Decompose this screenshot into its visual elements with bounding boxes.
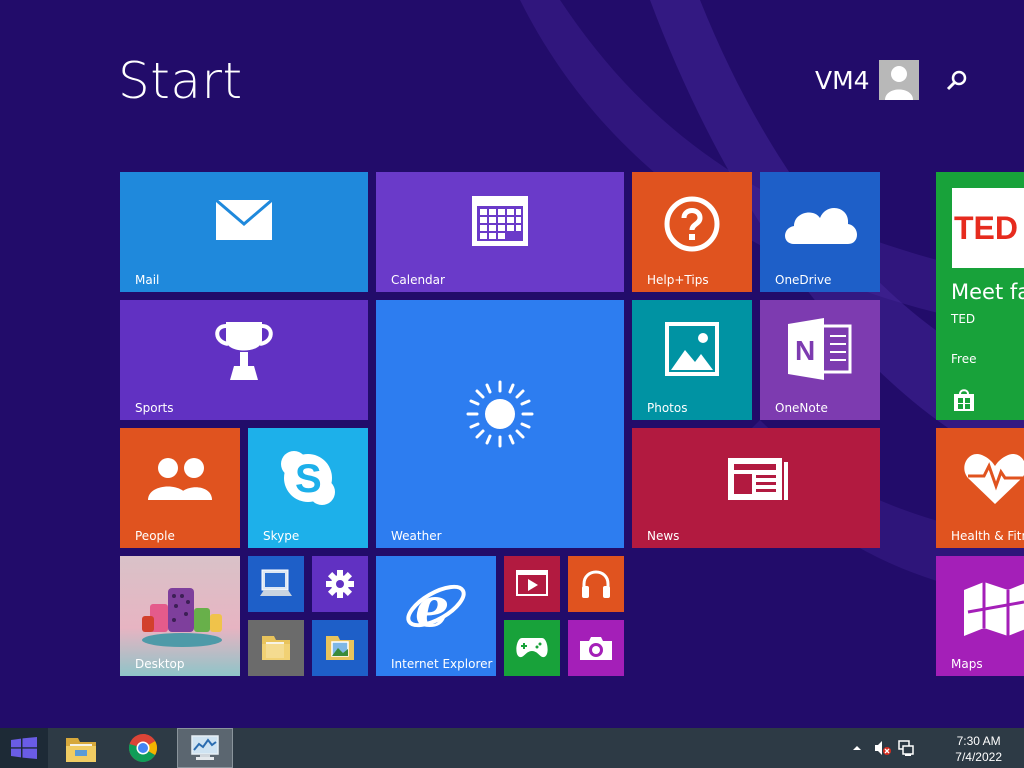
- folder-icon: [262, 636, 290, 660]
- clock[interactable]: 7:30 AM 7/4/2022: [955, 733, 1002, 765]
- weather-label: Weather: [391, 529, 442, 543]
- clock-time: 7:30 AM: [956, 734, 1001, 748]
- photos-label: Photos: [647, 401, 688, 415]
- people-tile[interactable]: People: [120, 428, 240, 548]
- health-fitness-label: Health & Fitne: [951, 529, 1024, 543]
- svg-text:S: S: [295, 457, 322, 501]
- sports-tile[interactable]: Sports: [120, 300, 368, 420]
- news-icon: [728, 458, 788, 500]
- onenote-label: OneNote: [775, 401, 828, 415]
- map-icon: [964, 582, 1024, 636]
- onenote-icon: N: [788, 318, 852, 380]
- headphones-icon: [582, 570, 610, 598]
- ted-logo: TED: [952, 188, 1024, 268]
- network-icon[interactable]: [898, 740, 914, 756]
- user-name[interactable]: VM4: [815, 66, 870, 95]
- this-pc-tile[interactable]: [248, 556, 304, 612]
- sports-label: Sports: [135, 401, 174, 415]
- internet-explorer-label: Internet Explorer: [391, 657, 493, 671]
- taskbar-file-explorer[interactable]: [56, 728, 106, 768]
- ted-tile[interactable]: TED Meet fas TED Free: [936, 172, 1024, 420]
- start-button[interactable]: [0, 728, 48, 768]
- weather-tile[interactable]: Weather: [376, 300, 624, 548]
- news-tile[interactable]: News: [632, 428, 880, 548]
- video-tile[interactable]: [504, 556, 560, 612]
- search-icon: [946, 70, 967, 91]
- game-controller-icon: [516, 638, 548, 658]
- internet-explorer-icon: e: [406, 575, 466, 638]
- store-icon: [954, 389, 974, 411]
- mail-label: Mail: [135, 273, 160, 287]
- ted-logo-text: TED: [954, 210, 1018, 246]
- photo-icon: [665, 322, 719, 376]
- people-label: People: [135, 529, 175, 543]
- taskbar-chrome[interactable]: [118, 728, 168, 768]
- games-tile[interactable]: [504, 620, 560, 676]
- desktop-tile[interactable]: Desktop: [120, 556, 240, 676]
- news-label: News: [647, 529, 680, 543]
- cloud-icon: [785, 207, 857, 244]
- svg-text:e: e: [415, 575, 449, 638]
- video-icon: [516, 570, 548, 596]
- question-icon: [664, 196, 720, 252]
- taskbar: 7:30 AM 7/4/2022: [0, 728, 1024, 768]
- maps-tile[interactable]: Maps: [936, 556, 1024, 676]
- music-tile[interactable]: [568, 556, 624, 612]
- desktop-label: Desktop: [135, 657, 185, 671]
- people-icon: [148, 458, 212, 500]
- user-icon: [885, 66, 913, 100]
- camera-tile[interactable]: [568, 620, 624, 676]
- picture-folder-icon: [326, 636, 354, 660]
- onenote-tile[interactable]: N OneNote: [760, 300, 880, 420]
- help-tips-tile[interactable]: Help+Tips: [632, 172, 752, 292]
- onedrive-tile[interactable]: OneDrive: [760, 172, 880, 292]
- photos-tile[interactable]: Photos: [632, 300, 752, 420]
- gear-icon: [326, 570, 354, 598]
- windows-logo-icon: [11, 737, 37, 759]
- chrome-icon: [128, 734, 157, 762]
- computer-icon: [260, 569, 292, 596]
- search-button[interactable]: [944, 68, 970, 94]
- file-explorer-tile[interactable]: [248, 620, 304, 676]
- skype-icon: S: [281, 451, 335, 505]
- mail-tile[interactable]: Mail: [120, 172, 368, 292]
- trophy-icon: [215, 322, 273, 380]
- ted-title: Meet fas: [951, 280, 1024, 304]
- page-title: Start: [118, 52, 243, 110]
- skype-label: Skype: [263, 529, 300, 543]
- photo-viewer-tile[interactable]: [312, 620, 368, 676]
- skype-tile[interactable]: S Skype: [248, 428, 368, 548]
- sun-icon: [466, 380, 534, 448]
- mail-icon: [216, 200, 272, 240]
- show-hidden-icons-button[interactable]: [852, 744, 862, 752]
- health-fitness-tile[interactable]: Health & Fitne: [936, 428, 1024, 548]
- svg-text:N: N: [795, 335, 815, 366]
- desktop-wallpaper: [142, 588, 222, 647]
- internet-explorer-tile[interactable]: e Internet Explorer: [376, 556, 496, 676]
- calendar-icon: [472, 196, 528, 246]
- user-avatar[interactable]: [879, 60, 919, 100]
- ted-price: Free: [951, 352, 977, 366]
- pc-settings-tile[interactable]: [312, 556, 368, 612]
- camera-icon: [580, 637, 612, 660]
- monitor-app-icon: [191, 735, 219, 760]
- maps-label: Maps: [951, 657, 983, 671]
- onedrive-label: OneDrive: [775, 273, 832, 287]
- volume-muted-icon[interactable]: [874, 740, 892, 756]
- calendar-tile[interactable]: Calendar: [376, 172, 624, 292]
- calendar-label: Calendar: [391, 273, 445, 287]
- ted-publisher: TED: [951, 312, 976, 326]
- file-explorer-icon: [66, 738, 96, 762]
- taskbar-system-monitor[interactable]: [177, 728, 233, 768]
- help-tips-label: Help+Tips: [647, 273, 709, 287]
- heart-icon: [964, 454, 1024, 504]
- clock-date: 7/4/2022: [955, 750, 1002, 764]
